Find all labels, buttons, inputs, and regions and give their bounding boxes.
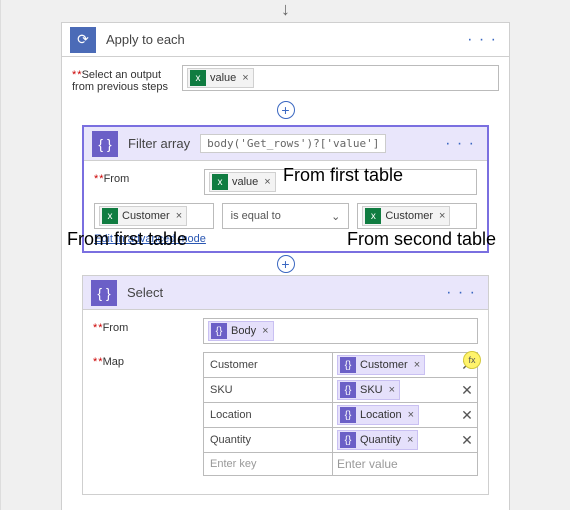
map-value-input-empty[interactable]: Enter value xyxy=(333,453,457,475)
loop-icon: ⟳ xyxy=(70,27,96,53)
select-from-field[interactable]: {} Body × xyxy=(203,318,478,344)
map-key-input[interactable]: Customer xyxy=(204,353,333,377)
select-title: Select xyxy=(127,285,163,300)
token-customer-map[interactable]: {} Customer × xyxy=(337,355,425,375)
token-label: value xyxy=(210,72,236,84)
filter-condition-row: x Customer × is equal to ⌄ x xyxy=(94,203,477,229)
token-remove-icon[interactable]: × xyxy=(176,210,182,222)
token-label: value xyxy=(232,176,258,188)
token-remove-icon[interactable]: × xyxy=(408,409,414,421)
filter-icon: { } xyxy=(92,131,118,157)
select-from-label: *From xyxy=(93,318,203,334)
excel-icon: x xyxy=(365,208,381,224)
token-customer-left[interactable]: x Customer × xyxy=(99,206,187,226)
token-label: Customer xyxy=(122,210,170,222)
map-row-remove[interactable]: ✕ xyxy=(457,378,477,402)
map-row-new: Enter key Enter value xyxy=(204,453,477,476)
token-remove-icon[interactable]: × xyxy=(407,434,413,446)
select-header[interactable]: { } Select · · · xyxy=(83,276,488,310)
map-row-remove[interactable]: ✕ xyxy=(457,428,477,452)
dataop-icon: {} xyxy=(211,323,227,339)
token-location-map[interactable]: {} Location × xyxy=(337,405,419,425)
filter-menu-button[interactable]: · · · xyxy=(441,135,479,153)
token-label: Location xyxy=(360,409,402,421)
map-row: Customer {} Customer × ✕ fx xyxy=(204,353,477,378)
token-remove-icon[interactable]: × xyxy=(389,384,395,396)
token-remove-icon[interactable]: × xyxy=(242,72,248,84)
apply-menu-button[interactable]: · · · xyxy=(463,31,501,49)
token-body[interactable]: {} Body × xyxy=(208,321,274,341)
map-key-input[interactable]: Quantity xyxy=(204,428,333,452)
map-table: Customer {} Customer × ✕ fx xyxy=(203,352,478,476)
token-remove-icon[interactable]: × xyxy=(439,210,445,222)
select-output-label: *Select an output from previous steps xyxy=(72,65,182,93)
filter-from-label: *From xyxy=(94,169,204,185)
select-card: { } Select · · · *From {} Body xyxy=(82,275,489,495)
filter-title: Filter array xyxy=(128,136,190,151)
select-icon: { } xyxy=(91,280,117,306)
apply-to-each-header[interactable]: ⟳ Apply to each · · · xyxy=(62,23,509,57)
token-quantity-map[interactable]: {} Quantity × xyxy=(337,430,418,450)
dataop-icon: {} xyxy=(340,357,356,373)
token-remove-icon[interactable]: × xyxy=(414,359,420,371)
operator-label: is equal to xyxy=(231,210,281,222)
map-key-input[interactable]: Location xyxy=(204,403,333,427)
excel-icon: x xyxy=(102,208,118,224)
map-row: Quantity {} Quantity × ✕ xyxy=(204,428,477,453)
map-row-remove[interactable]: ✕ xyxy=(457,403,477,427)
map-value-input[interactable]: {} Customer × xyxy=(333,353,457,377)
token-customer-right[interactable]: x Customer × xyxy=(362,206,450,226)
token-label: Customer xyxy=(360,359,408,371)
dataop-icon: {} xyxy=(340,382,356,398)
filter-operator-select[interactable]: is equal to ⌄ xyxy=(222,203,350,229)
map-value-input[interactable]: {} SKU × xyxy=(333,378,457,402)
fx-badge-icon[interactable]: fx xyxy=(463,351,481,369)
apply-to-each-card: ⟳ Apply to each · · · *Select an output … xyxy=(61,22,510,510)
map-row: SKU {} SKU × ✕ xyxy=(204,378,477,403)
token-remove-icon[interactable]: × xyxy=(264,176,270,188)
select-menu-button[interactable]: · · · xyxy=(442,284,480,302)
filter-array-card: { } Filter array body('Get_rows')?['valu… xyxy=(82,125,489,253)
token-label: Quantity xyxy=(360,434,401,446)
token-value-filter[interactable]: x value × xyxy=(209,172,276,192)
map-value-input[interactable]: {} Location × xyxy=(333,403,457,427)
map-row: Location {} Location × ✕ xyxy=(204,403,477,428)
excel-icon: x xyxy=(190,70,206,86)
select-output-field[interactable]: x value × xyxy=(182,65,499,91)
dataop-icon: {} xyxy=(340,432,356,448)
map-key-input[interactable]: SKU xyxy=(204,378,333,402)
filter-header[interactable]: { } Filter array body('Get_rows')?['valu… xyxy=(84,127,487,161)
excel-icon: x xyxy=(212,174,228,190)
filter-expression-chip[interactable]: body('Get_rows')?['value'] xyxy=(200,134,386,153)
map-row-remove xyxy=(457,453,477,475)
map-value-input[interactable]: {} Quantity × xyxy=(333,428,457,452)
filter-from-field[interactable]: x value × xyxy=(204,169,477,195)
apply-title: Apply to each xyxy=(106,32,185,47)
token-sku-map[interactable]: {} SKU × xyxy=(337,380,400,400)
map-label: *Map xyxy=(93,352,203,368)
token-label: Body xyxy=(231,325,256,337)
token-value[interactable]: x value × xyxy=(187,68,254,88)
add-action-button-2[interactable]: + xyxy=(277,255,295,273)
token-label: SKU xyxy=(360,384,383,396)
token-label: Customer xyxy=(385,210,433,222)
filter-left-operand[interactable]: x Customer × xyxy=(94,203,214,229)
map-key-input-empty[interactable]: Enter key xyxy=(204,453,333,475)
dataop-icon: {} xyxy=(340,407,356,423)
filter-right-operand[interactable]: x Customer × xyxy=(357,203,477,229)
flow-arrow-top: ↓ xyxy=(1,0,570,18)
edit-advanced-link[interactable]: Edit in advanced mode xyxy=(94,233,206,245)
chevron-down-icon: ⌄ xyxy=(331,210,340,223)
token-remove-icon[interactable]: × xyxy=(262,325,268,337)
add-action-button[interactable]: + xyxy=(277,101,295,119)
